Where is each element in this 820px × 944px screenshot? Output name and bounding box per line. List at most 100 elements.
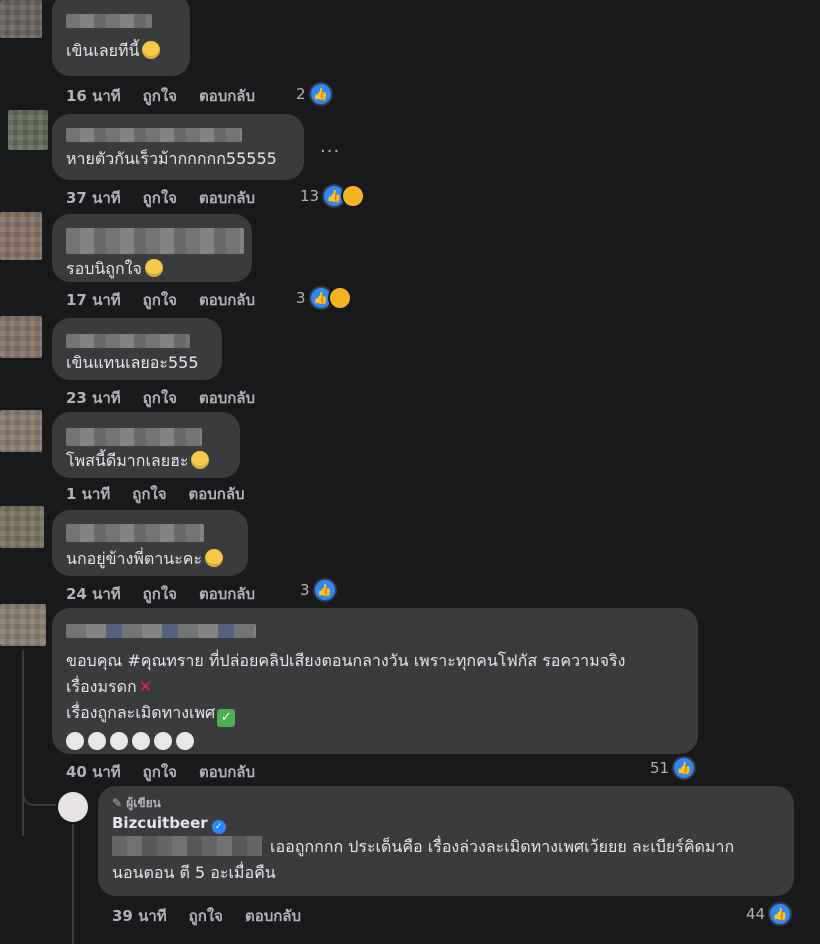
comment-text: นกอยู่ข้างพี่ตานะคะ bbox=[66, 549, 203, 568]
comment-actions: 1 นาที ถูกใจ ตอบกลับ bbox=[66, 482, 267, 506]
blurred-author-name[interactable] bbox=[66, 624, 256, 638]
avatar[interactable] bbox=[0, 410, 42, 452]
comment-time[interactable]: 24 นาที bbox=[66, 585, 121, 603]
thumbs-up-icon: 👍 bbox=[308, 82, 333, 106]
avatar[interactable] bbox=[0, 604, 46, 646]
thread-elbow bbox=[22, 780, 56, 806]
reaction-count[interactable]: 2 👍 bbox=[296, 82, 333, 106]
like-button[interactable]: ถูกใจ bbox=[143, 291, 177, 309]
comment-actions: 17 นาที ถูกใจ ตอบกลับ bbox=[66, 288, 277, 312]
like-button[interactable]: ถูกใจ bbox=[189, 907, 223, 925]
comment-time[interactable]: 1 นาที bbox=[66, 485, 110, 503]
skull-emoji-icon bbox=[110, 732, 128, 750]
comment-bubble: เขินเลยทีนี้ bbox=[52, 0, 190, 76]
comment-bubble: โพสนี้ดีมากเลยฮะ bbox=[52, 412, 240, 478]
comment-text: เขินเลยทีนี้ bbox=[66, 41, 140, 60]
rofl-emoji-icon bbox=[191, 451, 210, 469]
reaction-count[interactable]: 51 👍 bbox=[650, 756, 697, 780]
reply-text-line-1: เออถูกกกก ประเด็นคือ เรื่องล่วงละเมิดทาง… bbox=[270, 837, 735, 856]
comment-actions: 40 นาที ถูกใจ ตอบกลับ bbox=[66, 760, 277, 784]
pencil-icon: ✎ bbox=[112, 796, 123, 810]
thumbs-up-icon: 👍 bbox=[672, 756, 697, 780]
comment-text: โพสนี้ดีมากเลยฮะ bbox=[66, 451, 189, 470]
comment-actions: 23 นาที ถูกใจ ตอบกลับ bbox=[66, 386, 277, 410]
like-button[interactable]: ถูกใจ bbox=[143, 87, 177, 105]
comment-text: เขินแทนเลยอะ555 bbox=[66, 353, 199, 372]
reaction-count[interactable]: 13 👍 bbox=[300, 184, 366, 208]
reply-button[interactable]: ตอบกลับ bbox=[189, 485, 245, 503]
comment-text-line-2: เรื่องมรดก bbox=[66, 677, 137, 696]
reaction-count[interactable]: 3 👍 bbox=[300, 578, 337, 602]
avatar[interactable] bbox=[0, 506, 44, 548]
comment-bubble: นกอยู่ข้างพี่ตานะคะ bbox=[52, 510, 248, 576]
blurred-author-name[interactable] bbox=[66, 14, 152, 28]
skull-emoji-row bbox=[66, 729, 684, 755]
grin-emoji-icon bbox=[142, 41, 161, 59]
reply-text-line-2: นอนตอน ตี 5 อะเมื่อคืน bbox=[112, 863, 276, 882]
comment-actions: 16 นาที ถูกใจ ตอบกลับ bbox=[66, 84, 277, 108]
avatar[interactable] bbox=[8, 110, 48, 150]
comment-time[interactable]: 17 นาที bbox=[66, 291, 121, 309]
comment-text: รอบนิถูกใจ bbox=[66, 259, 142, 278]
blurred-author-name[interactable] bbox=[66, 128, 242, 142]
skull-emoji-icon bbox=[88, 732, 106, 750]
comment-text-line-1: ขอบคุณ #คุณทราย ที่ปล่อยคลิปเสียงตอนกลาง… bbox=[66, 651, 626, 670]
comment-text-line-3: เรื่องถูกละเมิดทางเพศ bbox=[66, 703, 216, 722]
avatar[interactable] bbox=[0, 212, 42, 260]
like-button[interactable]: ถูกใจ bbox=[143, 585, 177, 603]
blurred-author-name[interactable] bbox=[66, 428, 202, 446]
comment-time[interactable]: 40 นาที bbox=[66, 763, 121, 781]
comment-bubble: เขินแทนเลยอะ555 bbox=[52, 318, 222, 380]
cross-mark-icon: ✕ bbox=[138, 677, 153, 696]
comment-time[interactable]: 23 นาที bbox=[66, 389, 121, 407]
comment-bubble: หายตัวกันเร็วม้ากกกกก55555 bbox=[52, 114, 304, 180]
reply-button[interactable]: ตอบกลับ bbox=[199, 585, 255, 603]
thread-line bbox=[72, 824, 74, 944]
like-button[interactable]: ถูกใจ bbox=[132, 485, 166, 503]
comment-bubble: ขอบคุณ #คุณทราย ที่ปล่อยคลิปเสียงตอนกลาง… bbox=[52, 608, 698, 754]
blurred-author-name[interactable] bbox=[66, 228, 244, 254]
skull-emoji-icon bbox=[176, 732, 194, 750]
skull-emoji-icon bbox=[154, 732, 172, 750]
author-badge: ผู้เขียน bbox=[126, 796, 161, 810]
avatar[interactable] bbox=[0, 0, 42, 38]
comment-actions: 37 นาที ถูกใจ ตอบกลับ bbox=[66, 186, 277, 210]
skull-emoji-icon bbox=[66, 732, 84, 750]
check-mark-icon: ✓ bbox=[217, 709, 236, 727]
thread-line bbox=[22, 650, 24, 836]
laugh-reaction-icon bbox=[341, 184, 366, 208]
author-avatar[interactable] bbox=[58, 792, 88, 822]
comment-actions: 24 นาที ถูกใจ ตอบกลับ bbox=[66, 582, 277, 606]
reply-button[interactable]: ตอบกลับ bbox=[199, 763, 255, 781]
comment-bubble: รอบนิถูกใจ bbox=[52, 214, 252, 282]
reaction-count[interactable]: 3 👍 bbox=[296, 286, 352, 310]
reply-button[interactable]: ตอบกลับ bbox=[199, 291, 255, 309]
astonished-emoji-icon bbox=[205, 549, 224, 567]
reply-button[interactable]: ตอบกลับ bbox=[199, 389, 255, 407]
rofl-emoji-icon bbox=[144, 259, 163, 277]
verified-badge-icon: ✓ bbox=[211, 820, 226, 834]
thumbs-up-icon: 👍 bbox=[768, 902, 793, 926]
reply-bubble: ✎ ผู้เขียน Bizcuitbeer ✓ เออถูกกกก ประเด็… bbox=[98, 786, 794, 896]
reply-button[interactable]: ตอบกลับ bbox=[199, 87, 255, 105]
more-options-button[interactable]: ... bbox=[320, 136, 340, 157]
like-button[interactable]: ถูกใจ bbox=[143, 389, 177, 407]
like-button[interactable]: ถูกใจ bbox=[143, 189, 177, 207]
reply-time[interactable]: 39 นาที bbox=[112, 907, 167, 925]
care-reaction-icon bbox=[327, 286, 352, 310]
avatar[interactable] bbox=[0, 316, 42, 358]
blurred-author-name[interactable] bbox=[66, 524, 204, 542]
author-name[interactable]: Bizcuitbeer bbox=[112, 814, 208, 832]
comment-time[interactable]: 16 นาที bbox=[66, 87, 121, 105]
reply-button[interactable]: ตอบกลับ bbox=[245, 907, 301, 925]
skull-emoji-icon bbox=[132, 732, 150, 750]
blurred-author-name[interactable] bbox=[66, 334, 190, 348]
reply-button[interactable]: ตอบกลับ bbox=[199, 189, 255, 207]
reply-actions: 39 นาที ถูกใจ ตอบกลับ bbox=[112, 904, 323, 928]
comment-text: หายตัวกันเร็วม้ากกกกก55555 bbox=[66, 149, 277, 168]
blurred-mention[interactable] bbox=[112, 836, 262, 856]
like-button[interactable]: ถูกใจ bbox=[143, 763, 177, 781]
comment-time[interactable]: 37 นาที bbox=[66, 189, 121, 207]
reaction-count[interactable]: 44 👍 bbox=[746, 902, 793, 926]
thumbs-up-icon: 👍 bbox=[312, 578, 337, 602]
